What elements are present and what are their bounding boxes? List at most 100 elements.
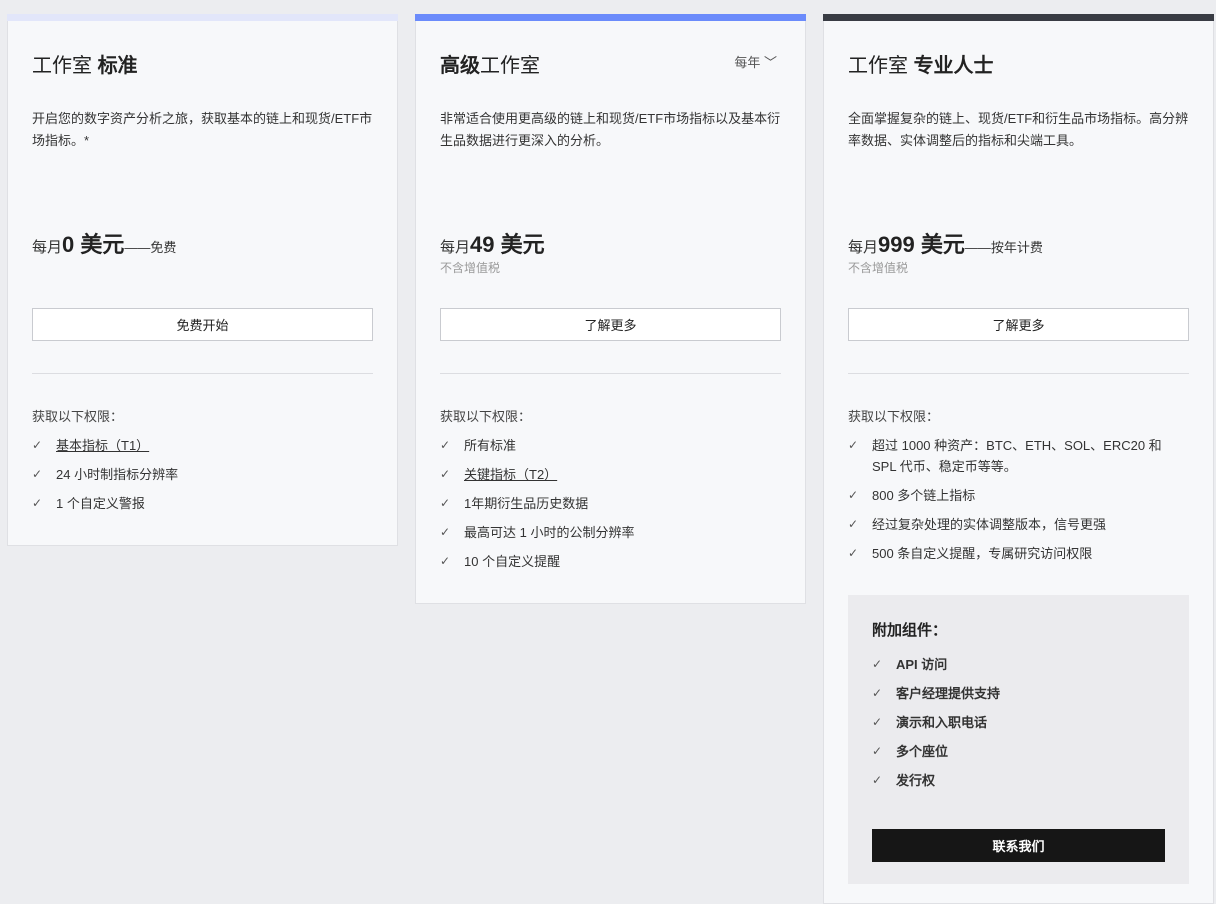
- feature-item: ✓ 24 小时制指标分辨率: [32, 464, 373, 485]
- addon-item: ✓ API 访问: [872, 654, 1165, 675]
- title-light: 工作室: [480, 55, 540, 77]
- tax-note: 不含增值税: [848, 261, 909, 275]
- plan-title: 高级工作室: [440, 49, 540, 78]
- addon-item: ✓ 客户经理提供支持: [872, 683, 1165, 704]
- price-suffix: ——按年计费: [964, 240, 1043, 255]
- plan-price: 每月0 美元——免费: [32, 227, 176, 259]
- title-bold: 高级: [440, 55, 480, 77]
- addon-item: ✓ 演示和入职电话: [872, 712, 1165, 733]
- feature-link[interactable]: 关键指标（T2）: [464, 464, 557, 485]
- feature-text: 所有标准: [464, 438, 517, 453]
- check-icon: ✓: [32, 467, 43, 481]
- features-label: 获取以下权限：: [32, 409, 124, 424]
- feature-item: ✓ 800 多个链上指标: [848, 485, 1189, 506]
- check-icon: ✓: [440, 467, 451, 481]
- check-icon: ✓: [440, 554, 451, 568]
- check-icon: ✓: [440, 438, 451, 452]
- check-icon: ✓: [440, 525, 451, 539]
- addon-text: 演示和入职电话: [896, 715, 988, 730]
- divider: [440, 373, 781, 374]
- divider: [32, 373, 373, 374]
- plan-price: 每月49 美元: [440, 227, 545, 259]
- features: 获取以下权限： ✓ 所有标准 ✓ 关键指标（T2） ✓ 1年期衍生品历史数据 ✓ 最高可…: [440, 406, 781, 580]
- feature-item: ✓ 1年期衍生品历史数据: [440, 493, 781, 514]
- feature-item: ✓ 1 个自定义警报: [32, 493, 373, 514]
- addon-text: 客户经理提供支持: [896, 686, 1001, 701]
- feature-item: ✓ 10 个自定义提醒: [440, 551, 781, 572]
- chevron-down-icon: ﹀: [763, 55, 777, 70]
- feature-link[interactable]: 基本指标（T1）: [56, 435, 149, 456]
- plan-price: 每月999 美元——按年计费: [848, 227, 1043, 259]
- addon-item: ✓ 发行权: [872, 770, 1165, 791]
- title-bold: 专业人士: [913, 55, 994, 77]
- divider: [848, 373, 1189, 374]
- plan-title: 工作室 专业人士: [848, 49, 994, 78]
- check-icon: ✓: [872, 773, 883, 787]
- price-prefix: 每月: [848, 239, 879, 256]
- check-icon: ✓: [848, 438, 859, 452]
- check-icon: ✓: [848, 546, 859, 560]
- price-amount: 0 美元: [62, 232, 125, 257]
- title-bold: 标准: [97, 55, 138, 77]
- price-prefix: 每月: [32, 239, 63, 256]
- check-icon: ✓: [872, 657, 883, 671]
- card-accent-bar: [415, 14, 806, 21]
- title-light: 工作室: [848, 55, 914, 77]
- feature-item: ✓ 所有标准: [440, 435, 781, 456]
- plan-card-advanced: 高级工作室 每年 ﹀ 非常适合使用更高级的链上和现货/ETF市场指标以及基本衍生…: [415, 14, 806, 604]
- addon-text: API 访问: [896, 657, 948, 672]
- features: 获取以下权限： ✓ 超过 1000 种资产：BTC、ETH、SOL、ERC20 和…: [848, 406, 1189, 572]
- feature-text: 经过复杂处理的实体调整版本，信号更强: [872, 517, 1107, 532]
- check-icon: ✓: [32, 496, 43, 510]
- plan-title: 工作室 标准: [32, 49, 138, 78]
- price-amount: 49 美元: [470, 232, 545, 257]
- title-light: 工作室: [32, 55, 98, 77]
- plan-description: 全面掌握复杂的链上、现货/ETF和衍生品市场指标。高分辨率数据、实体调整后的指标…: [848, 111, 1189, 148]
- feature-item: ✓ 基本指标（T1）: [32, 435, 373, 456]
- learn-more-button[interactable]: 了解更多: [848, 308, 1189, 341]
- feature-item: ✓ 超过 1000 种资产：BTC、ETH、SOL、ERC20 和 SPL 代币、…: [848, 435, 1189, 477]
- addon-text: 多个座位: [896, 744, 949, 759]
- feature-text: 1 个自定义警报: [56, 496, 145, 511]
- period-label: 每年: [734, 55, 761, 70]
- features-label: 获取以下权限：: [440, 409, 532, 424]
- feature-text: 800 多个链上指标: [872, 488, 976, 503]
- billing-period-select[interactable]: 每年 ﹀: [734, 52, 777, 71]
- feature-text: 24 小时制指标分辨率: [56, 467, 179, 482]
- check-icon: ✓: [440, 496, 451, 510]
- check-icon: ✓: [32, 438, 43, 452]
- plan-card-standard: 工作室 标准 开启您的数字资产分析之旅，获取基本的链上和现货/ETF市场指标。*…: [7, 14, 398, 546]
- feature-text: 最高可达 1 小时的公制分辨率: [464, 525, 635, 540]
- plan-card-professional: 工作室 专业人士 全面掌握复杂的链上、现货/ETF和衍生品市场指标。高分辨率数据…: [823, 14, 1214, 904]
- tax-note: 不含增值税: [440, 261, 501, 275]
- feature-text: 1年期衍生品历史数据: [464, 496, 589, 511]
- price-amount: 999 美元: [878, 232, 965, 257]
- check-icon: ✓: [872, 686, 883, 700]
- start-free-button[interactable]: 免费开始: [32, 308, 373, 341]
- price-suffix: ——免费: [124, 240, 177, 255]
- addon-item: ✓ 多个座位: [872, 741, 1165, 762]
- feature-item: ✓ 500 条自定义提醒，专属研究访问权限: [848, 543, 1189, 564]
- check-icon: ✓: [848, 488, 859, 502]
- card-accent-bar: [7, 14, 398, 21]
- features: 获取以下权限： ✓ 基本指标（T1） ✓ 24 小时制指标分辨率 ✓ 1 个自定义警报: [32, 406, 373, 522]
- addon-text: 发行权: [896, 773, 936, 788]
- check-icon: ✓: [848, 517, 859, 531]
- feature-item: ✓ 经过复杂处理的实体调整版本，信号更强: [848, 514, 1189, 535]
- check-icon: ✓: [872, 715, 883, 729]
- feature-text: 500 条自定义提醒，专属研究访问权限: [872, 546, 1093, 561]
- contact-us-button[interactable]: 联系我们: [872, 829, 1165, 862]
- addons-panel: 附加组件： ✓ API 访问 ✓ 客户经理提供支持 ✓ 演示和入职电话 ✓ 多个座位 ✓…: [848, 595, 1189, 884]
- addons-title: 附加组件：: [872, 622, 948, 639]
- learn-more-button[interactable]: 了解更多: [440, 308, 781, 341]
- plan-description: 开启您的数字资产分析之旅，获取基本的链上和现货/ETF市场指标。*: [32, 111, 373, 148]
- feature-item: ✓ 最高可达 1 小时的公制分辨率: [440, 522, 781, 543]
- plan-description: 非常适合使用更高级的链上和现货/ETF市场指标以及基本衍生品数据进行更深入的分析…: [440, 111, 781, 148]
- features-label: 获取以下权限：: [848, 409, 940, 424]
- feature-text: 10 个自定义提醒: [464, 554, 561, 569]
- feature-text: 超过 1000 种资产：BTC、ETH、SOL、ERC20 和 SPL 代币、稳…: [872, 438, 1162, 474]
- check-icon: ✓: [872, 744, 883, 758]
- price-prefix: 每月: [440, 239, 471, 256]
- card-accent-bar: [823, 14, 1214, 21]
- feature-item: ✓ 关键指标（T2）: [440, 464, 781, 485]
